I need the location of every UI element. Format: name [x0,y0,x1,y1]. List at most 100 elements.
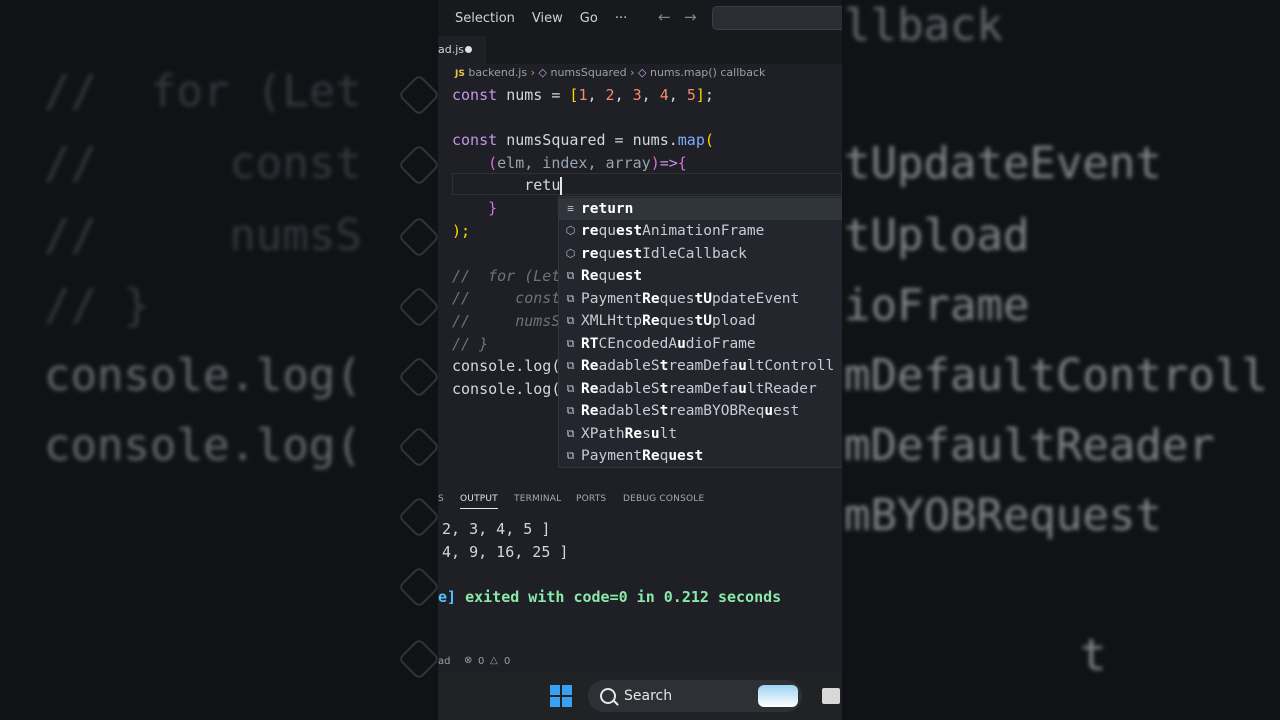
arrow-right-icon[interactable]: → [684,8,697,26]
output-exit-line: e] exited with code=0 in 0.212 seconds [438,588,781,606]
token: ] [695,86,705,104]
method-icon: ⬡ [565,224,576,237]
suggestion-item[interactable]: ⬡ requestAnimationFrame [559,220,842,243]
command-center-search[interactable] [712,6,842,30]
token: 3 [632,86,642,104]
output-line: 2, 3, 4, 5 ] [442,520,551,538]
suggestion-label: XPathResult [581,425,678,442]
suggestion-label: PaymentRequestUpdateEvent [581,290,800,307]
breadcrumb-symbol[interactable]: nums.map() callback [650,66,765,79]
bg-dim [842,0,1280,720]
token: map [677,131,705,150]
suggestion-item[interactable]: ⬡ requestIdleCallback [559,243,842,266]
status-bar: ad ⊗ 0 △ 0 [438,654,842,672]
suggestion-widget: ≡ return ⬡ requestAnimationFrame ⬡ requestIdl… [558,196,842,468]
output-line: 4, 9, 16, 25 ] [442,543,569,561]
token: nums [506,86,543,104]
arrow-left-icon[interactable]: ← [658,8,671,26]
menu-go[interactable]: Go [580,11,598,26]
token: 5 [686,86,696,104]
panel-tab-output[interactable]: OUTPUT [460,494,498,509]
suggestion-item[interactable]: ⧉ ReadableStreamBYOBRequest [559,400,842,423]
status-left[interactable]: ad [438,656,450,667]
code-comment: // const [452,289,561,308]
suggestion-item[interactable]: ≡ return [559,197,842,220]
token: => [659,153,678,172]
variable-icon: ⧉ [566,269,575,282]
token: { [677,153,687,172]
suggestion-label: Request [581,268,643,284]
code-comment: // } [452,334,489,353]
taskbar-search-label: Search [624,688,673,704]
suggestion-item[interactable]: ⧉ XPathResult [559,423,842,446]
code-line-6: } [488,198,498,217]
text-cursor [560,176,563,195]
suggestion-label: XMLHttpRequestUpload [581,313,756,329]
suggestion-item[interactable]: ⧉ RTCEncodedAudioFrame [559,333,842,356]
suggestion-item[interactable]: ⧉ PaymentRequestUpdateEvent [559,288,842,311]
variable-icon: ⧉ [566,359,575,372]
editor-tab[interactable]: ad.js [438,36,486,64]
breadcrumb-symbol-icon: ◇ [638,66,647,79]
menu-selection[interactable]: Selection [455,11,515,26]
output-exit-prefix: e] [438,588,457,606]
bg-dim [0,0,438,720]
method-icon: ⬡ [565,246,576,260]
token: 4 [659,86,669,104]
suggestion-item[interactable]: ⧉ ReadableStreamDefaultReader [559,378,842,401]
token: ( [488,153,498,172]
panel-tab-s[interactable]: S [438,494,444,504]
breadcrumb-symbol[interactable]: numsSquared [550,66,626,79]
unsaved-dot-icon [465,46,472,53]
code-line-1: const nums = [1, 2, 3, 4, 5]; [452,86,714,104]
code-comment: // numsS [452,311,561,330]
warning-icon[interactable]: △ [490,655,498,666]
token: elm, index, array [497,153,651,172]
suggestion-label: ReadableStreamDefaultControll [581,358,835,374]
variable-icon: ⧉ [566,404,575,417]
suggestion-label: PaymentRequest [581,448,704,464]
token: numsSquared [506,131,606,150]
breadcrumb-symbol-icon: ◇ [538,66,547,79]
token: ; [704,86,714,104]
title-bar: Selection View Go ··· ← → [438,0,842,36]
token: nums [632,131,669,150]
warning-count: 0 [504,656,511,667]
breadcrumb-file[interactable]: backend.js [468,66,527,79]
suggestion-label: requestIdleCallback [581,245,747,262]
error-icon[interactable]: ⊗ [464,655,472,666]
code-line-5: retu [524,176,563,195]
variable-icon: ⧉ [566,336,575,350]
search-icon [600,688,616,704]
panel-tab-ports[interactable]: PORTS [576,494,606,504]
tab-bar: ad.js [438,36,842,64]
panel-tab-debug-console[interactable]: DEBUG CONSOLE [623,494,704,504]
token: ( [704,131,714,150]
menu-view[interactable]: View [532,11,563,26]
output-panel: 2, 3, 4, 5 ] 4, 9, 16, 25 ] [442,518,568,564]
suggestion-label: requestAnimationFrame [581,223,765,239]
task-view-icon[interactable] [822,688,840,704]
suggestion-label: return [581,200,634,217]
panel-tabs: S OUTPUT TERMINAL PORTS DEBUG CONSOLE [438,488,842,510]
suggestion-item[interactable]: ⧉ PaymentRequest [559,445,842,468]
search-highlight-image [758,685,798,707]
panel-tab-terminal[interactable]: TERMINAL [514,494,561,504]
code-log: console.log( [452,357,561,376]
windows-start-icon[interactable] [550,685,572,707]
keyword-icon: ≡ [567,201,574,215]
suggestion-item[interactable]: ⧉ Request [559,265,842,288]
token: 1 [578,86,588,104]
variable-icon: ⧉ [566,449,575,462]
token: = [605,131,633,150]
error-count: 0 [478,656,485,667]
token: retu [524,176,561,195]
menu-more[interactable]: ··· [615,11,627,26]
suggestion-item[interactable]: ⧉ XMLHttpRequestUpload [559,310,842,333]
tab-label: ad.js [438,43,465,56]
js-file-icon: JS [455,69,465,79]
variable-icon: ⧉ [566,381,575,395]
taskbar-search[interactable]: Search [588,680,802,712]
suggestion-item[interactable]: ⧉ ReadableStreamDefaultControll [559,355,842,378]
breadcrumb-separator: › [530,66,536,79]
